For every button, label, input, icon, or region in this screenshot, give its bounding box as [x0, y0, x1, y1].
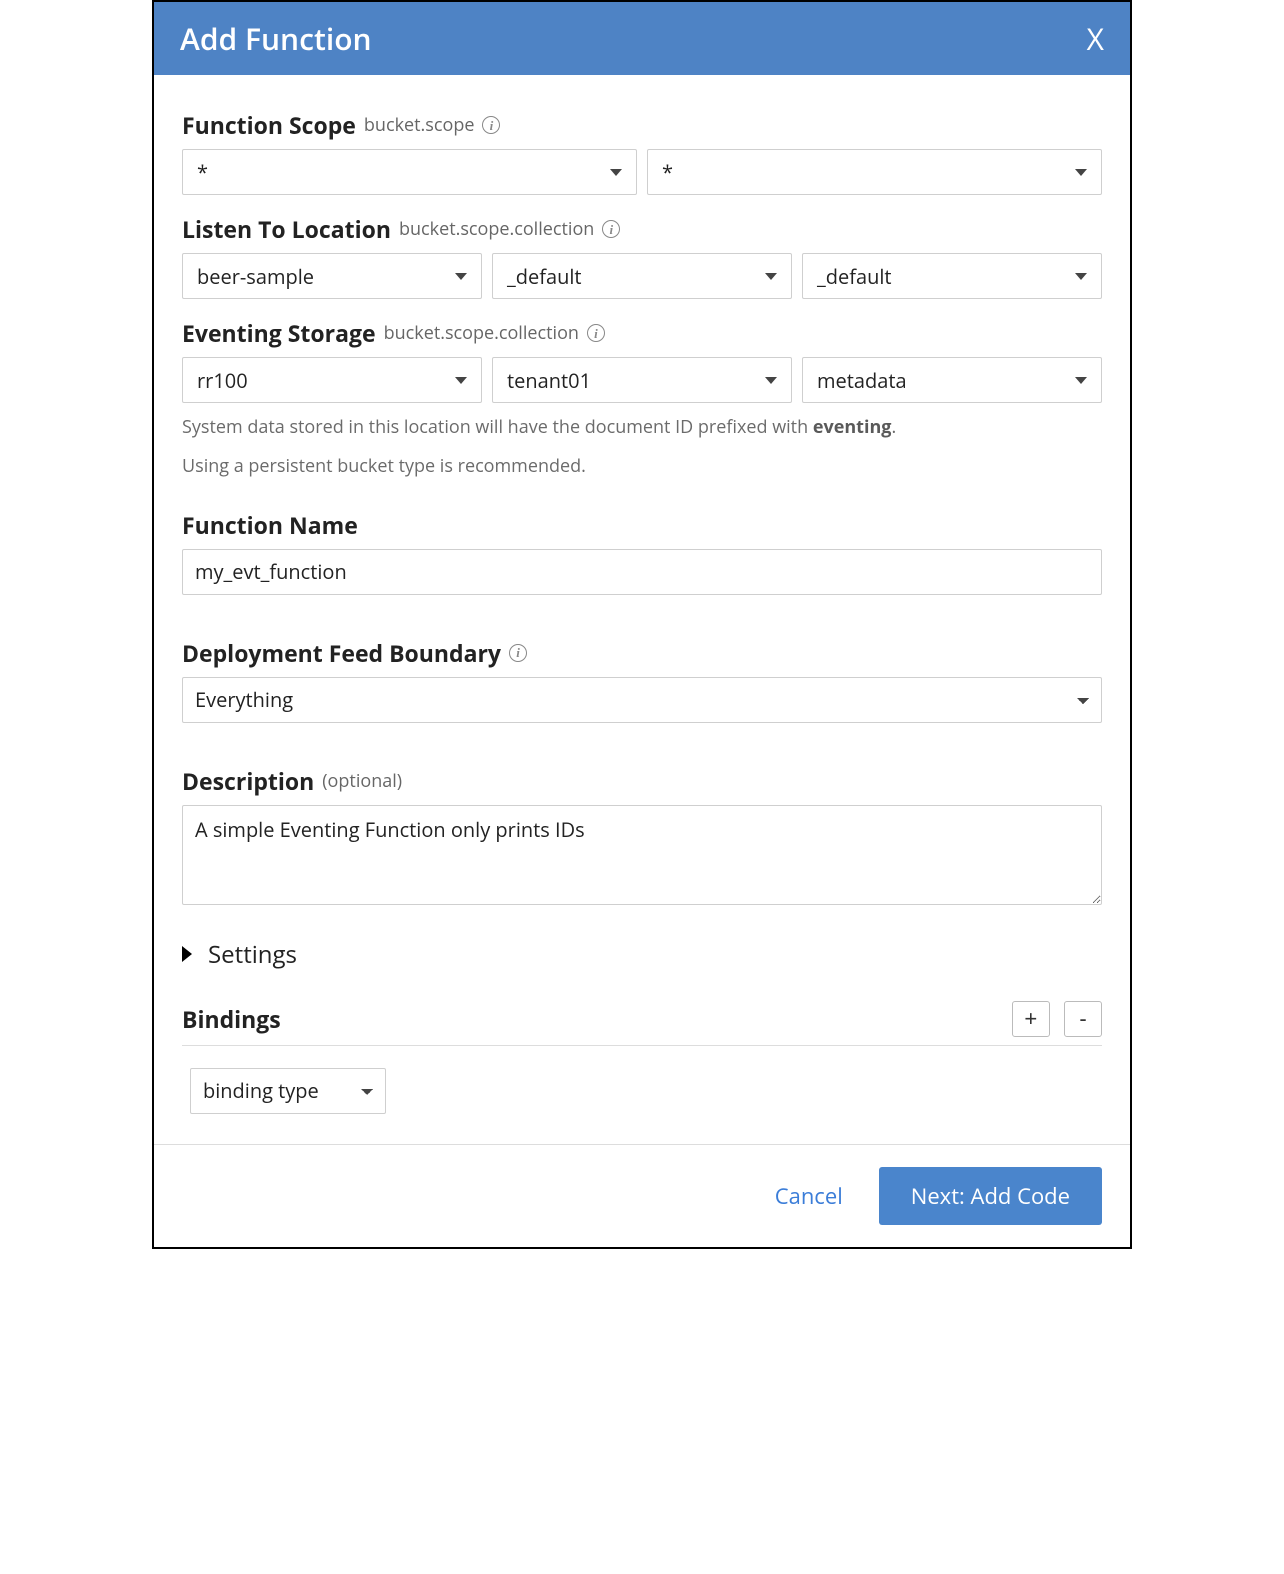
storage-collection-select[interactable]: metadata — [802, 357, 1102, 403]
function-scope-label: Function Scope bucket.scope i — [182, 109, 1102, 141]
bindings-body: binding type — [182, 1046, 1102, 1134]
listen-collection-value: _default — [817, 263, 892, 290]
description-label: Description (optional) — [182, 765, 1102, 797]
close-icon[interactable]: X — [1087, 24, 1104, 54]
storage-scope-value: tenant01 — [507, 367, 591, 394]
settings-toggle[interactable]: Settings — [182, 938, 1102, 971]
storage-help-2: Using a persistent bucket type is recomm… — [182, 452, 1102, 481]
feed-boundary-label: Deployment Feed Boundary i — [182, 637, 1102, 669]
chevron-down-icon — [1075, 377, 1087, 384]
remove-binding-button[interactable]: - — [1064, 1001, 1102, 1037]
function-scope-label-text: Function Scope — [182, 109, 356, 141]
storage-label-text: Eventing Storage — [182, 317, 376, 349]
listen-scope-value: _default — [507, 263, 582, 290]
feed-label-text: Deployment Feed Boundary — [182, 637, 501, 669]
help-text-part: System data stored in this location will… — [182, 415, 813, 439]
dialog-footer: Cancel Next: Add Code — [154, 1144, 1130, 1247]
function-name-input[interactable] — [182, 549, 1102, 595]
info-icon[interactable]: i — [509, 644, 527, 662]
cancel-button[interactable]: Cancel — [775, 1181, 843, 1211]
storage-bucket-select[interactable]: rr100 — [182, 357, 482, 403]
listen-collection-select[interactable]: _default — [802, 253, 1102, 299]
storage-help-1: System data stored in this location will… — [182, 413, 1102, 442]
function-scope-sub: bucket.scope — [364, 113, 475, 137]
storage-bucket-value: rr100 — [197, 367, 248, 394]
listen-bucket-select[interactable]: beer-sample — [182, 253, 482, 299]
listen-label-text: Listen To Location — [182, 213, 391, 245]
info-icon[interactable]: i — [602, 220, 620, 238]
info-icon[interactable]: i — [482, 116, 500, 134]
chevron-down-icon — [765, 377, 777, 384]
scope-scope-value: * — [662, 159, 673, 186]
storage-scope-select[interactable]: tenant01 — [492, 357, 792, 403]
feed-boundary-select[interactable]: Everything — [182, 677, 1102, 723]
disclosure-triangle-icon — [182, 946, 192, 962]
add-binding-button[interactable]: + — [1012, 1001, 1050, 1037]
scope-scope-select[interactable]: * — [647, 149, 1102, 195]
chevron-down-icon — [610, 169, 622, 176]
chevron-down-icon — [455, 273, 467, 280]
settings-label: Settings — [208, 938, 297, 971]
chevron-down-icon — [765, 273, 777, 280]
bindings-header: Bindings + - — [182, 1001, 1102, 1046]
info-icon[interactable]: i — [587, 324, 605, 342]
description-label-text: Description — [182, 765, 314, 797]
dialog-body: Function Scope bucket.scope i * * Listen… — [154, 75, 1130, 1144]
scope-bucket-select[interactable]: * — [182, 149, 637, 195]
dialog-title: Add Function — [180, 18, 372, 59]
dialog-header: Add Function X — [154, 2, 1130, 75]
storage-collection-value: metadata — [817, 367, 907, 394]
listen-bucket-value: beer-sample — [197, 263, 314, 290]
next-add-code-button[interactable]: Next: Add Code — [879, 1167, 1102, 1225]
description-optional: (optional) — [322, 769, 402, 793]
help-text-strong: eventing — [813, 415, 892, 439]
binding-type-select[interactable]: binding type — [190, 1068, 386, 1114]
listen-location-label: Listen To Location bucket.scope.collecti… — [182, 213, 1102, 245]
listen-scope-select[interactable]: _default — [492, 253, 792, 299]
function-name-label: Function Name — [182, 509, 1102, 541]
chevron-down-icon — [1075, 273, 1087, 280]
help-text-part: . — [891, 415, 896, 439]
chevron-down-icon — [455, 377, 467, 384]
bindings-title: Bindings — [182, 1003, 281, 1035]
description-textarea[interactable] — [182, 805, 1102, 905]
eventing-storage-label: Eventing Storage bucket.scope.collection… — [182, 317, 1102, 349]
scope-bucket-value: * — [197, 159, 208, 186]
listen-sub: bucket.scope.collection — [399, 217, 594, 241]
chevron-down-icon — [1075, 169, 1087, 176]
add-function-dialog: Add Function X Function Scope bucket.sco… — [152, 0, 1132, 1249]
bindings-buttons: + - — [1002, 1001, 1102, 1037]
storage-sub: bucket.scope.collection — [384, 321, 579, 345]
